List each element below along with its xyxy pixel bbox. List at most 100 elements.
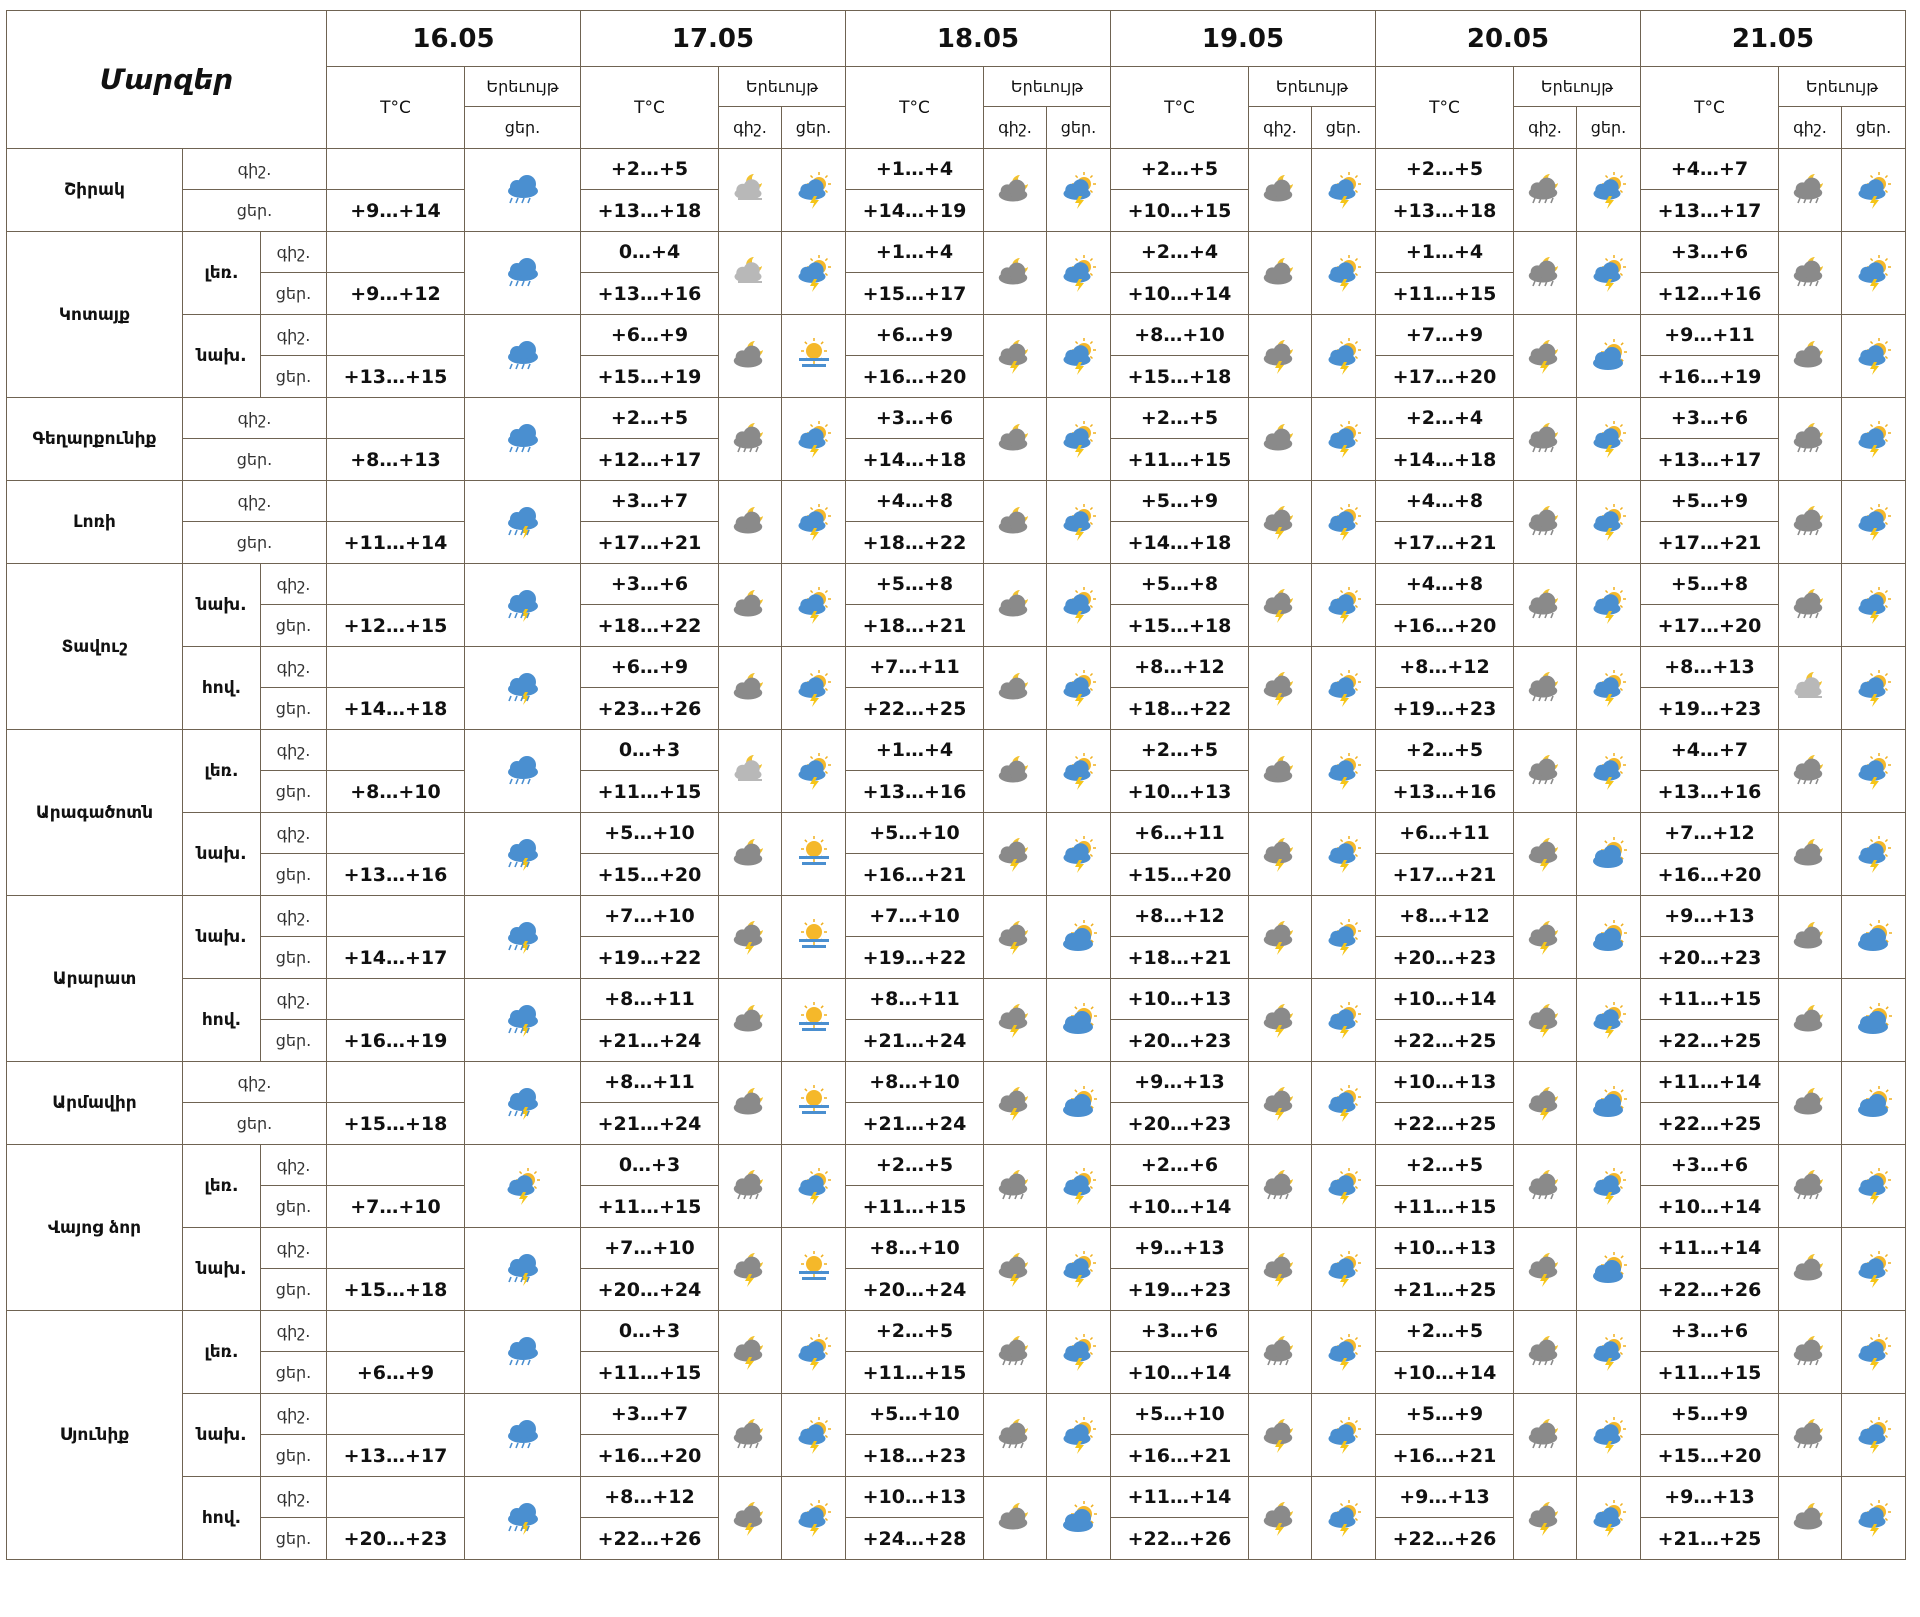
table-row: Շիրակ գիշ. +2…+5 +1…+4 +2…+5 +2…+5 +4…+7 <box>6 148 1906 232</box>
subregion-label: լեռ. <box>182 231 261 315</box>
region-name: Գեղարքունիք <box>6 397 183 481</box>
table-row: Գեղարքունիք գիշ. +2…+5 +3…+6 +2…+5 +2…+4 … <box>6 397 1906 481</box>
weather-cell <box>1841 1061 1906 1145</box>
weather-cell <box>464 1061 581 1145</box>
night-temp: +9…+11 <box>1640 314 1779 356</box>
night-temp: +7…+10 <box>845 895 984 937</box>
sun-cloud-rain-icon <box>798 1500 831 1537</box>
weather-cell <box>1778 812 1842 896</box>
day-header: ցեր. <box>1311 106 1376 149</box>
sun-cloud-rain-icon <box>798 587 831 624</box>
sun-cloud-rain-icon <box>1063 172 1096 209</box>
sun-cloud-rain-icon <box>1858 338 1891 375</box>
night-header: գիշ. <box>1248 106 1312 149</box>
sun-cloud-rain-icon <box>1328 753 1361 790</box>
sun-cloud-rain-icon <box>1858 255 1891 292</box>
table-row: Տավուշ նախ. գիշ. +3…+6 +5…+8 +5…+8 +4…+8 +… <box>6 563 1906 730</box>
night-temp: +3…+6 <box>1640 231 1779 273</box>
weather-cell <box>983 1144 1047 1228</box>
sun-cloud-rain-icon <box>798 670 831 707</box>
moon-cloud-storm-icon <box>998 340 1028 374</box>
day-temp: +20…+23 <box>1110 1019 1249 1062</box>
night-temp: 0…+4 <box>580 231 719 273</box>
day-temp: +7…+10 <box>326 1185 465 1228</box>
weather-cell <box>1576 563 1641 647</box>
weather-cell <box>781 1061 846 1145</box>
weather-cell <box>1576 646 1641 730</box>
night-temp: +2…+5 <box>845 1310 984 1352</box>
weather-cell <box>718 397 782 481</box>
night-temp: +3…+6 <box>1640 1310 1779 1352</box>
moon-cloud-storm-icon <box>733 921 763 955</box>
moon-cloud-rain-icon <box>1528 1419 1558 1449</box>
day-temp: +17…+21 <box>580 521 719 564</box>
moon-cloud-rain-icon <box>998 1170 1028 1200</box>
night-label: գիշ. <box>182 148 327 190</box>
weather-cell <box>464 978 581 1062</box>
sun-cloud-rain-icon <box>1858 1168 1891 1205</box>
night-temp: +1…+4 <box>845 231 984 273</box>
phenomena-header: Երեւույթ <box>1513 66 1641 107</box>
day-temp: +11…+15 <box>1375 272 1514 315</box>
weather-cell <box>718 563 782 647</box>
day-temp: +22…+26 <box>1375 1517 1514 1560</box>
fog-moon-icon <box>734 257 762 283</box>
night-temp: +2…+6 <box>1110 1144 1249 1186</box>
weather-cell <box>1513 231 1577 315</box>
night-temp: +8…+11 <box>845 978 984 1020</box>
day-temp: +6…+9 <box>326 1351 465 1394</box>
sun-cloud-rain-icon <box>1328 504 1361 541</box>
weather-cell <box>1046 397 1111 481</box>
weather-cell <box>1311 729 1376 813</box>
night-temp: +9…+13 <box>1375 1476 1514 1518</box>
weather-cell <box>1248 314 1312 398</box>
day-temp: +13…+16 <box>1640 770 1779 813</box>
weather-cell <box>983 231 1047 315</box>
night-temp: +3…+6 <box>845 397 984 439</box>
night-temp: +2…+4 <box>1110 231 1249 273</box>
sun-cloud-rain-icon <box>1858 1417 1891 1454</box>
table-row: նախ. գիշ. +5…+10 +5…+10 +6…+11 +6…+11 +7…… <box>7 812 1906 896</box>
night-temp: +11…+14 <box>1640 1227 1779 1269</box>
day-temp: +13…+16 <box>326 853 465 896</box>
night-temp: +4…+8 <box>845 480 984 522</box>
moon-cloud-rain-icon <box>998 1336 1028 1366</box>
sun-cloud-rain-icon <box>1328 670 1361 707</box>
day-label: ցեր. <box>260 1351 327 1394</box>
moon-cloud-icon <box>998 1503 1028 1530</box>
weather-cell <box>1513 1393 1577 1477</box>
weather-cell <box>983 563 1047 647</box>
temp-cell-empty <box>326 314 465 356</box>
temp-cell-empty <box>326 480 465 522</box>
night-temp: +3…+6 <box>1110 1310 1249 1352</box>
moon-cloud-rain-icon <box>1263 1170 1293 1200</box>
weather-cell <box>1248 1227 1312 1311</box>
temp-col-header: T°C <box>1640 66 1779 149</box>
moon-cloud-icon <box>1263 175 1293 202</box>
weather-cell <box>464 397 581 481</box>
weather-cell <box>1513 563 1577 647</box>
night-temp: +10…+13 <box>1375 1227 1514 1269</box>
moon-cloud-rain-icon <box>1528 589 1558 619</box>
weather-cell <box>1513 729 1577 813</box>
weather-cell <box>1841 1310 1906 1394</box>
sun-cloud-rain-icon <box>1063 1334 1096 1371</box>
sun-cloud-rain-icon <box>1063 338 1096 375</box>
day-temp: +11…+15 <box>580 1185 719 1228</box>
day-temp: +15…+20 <box>1110 853 1249 896</box>
weather-cell <box>983 1393 1047 1477</box>
sun-cloud-rain-icon <box>1593 1334 1626 1371</box>
night-temp: +2…+5 <box>1375 1144 1514 1186</box>
night-temp: +9…+13 <box>1110 1227 1249 1269</box>
weather-cell <box>718 480 782 564</box>
weather-cell <box>1576 1061 1641 1145</box>
weather-cell <box>1046 1061 1111 1145</box>
table-row: Կոտայք լեռ. գիշ. 0…+4 +1…+4 +2…+4 +1…+4 +3… <box>6 231 1906 398</box>
weather-cell <box>1311 314 1376 398</box>
region-name: Կոտայք <box>6 231 183 398</box>
weather-cell <box>1576 1227 1641 1311</box>
weather-cell <box>718 148 782 232</box>
sun-cloud-rain-icon <box>1328 338 1361 375</box>
weather-cell <box>1841 231 1906 315</box>
subregion-label: նախ. <box>182 812 261 896</box>
